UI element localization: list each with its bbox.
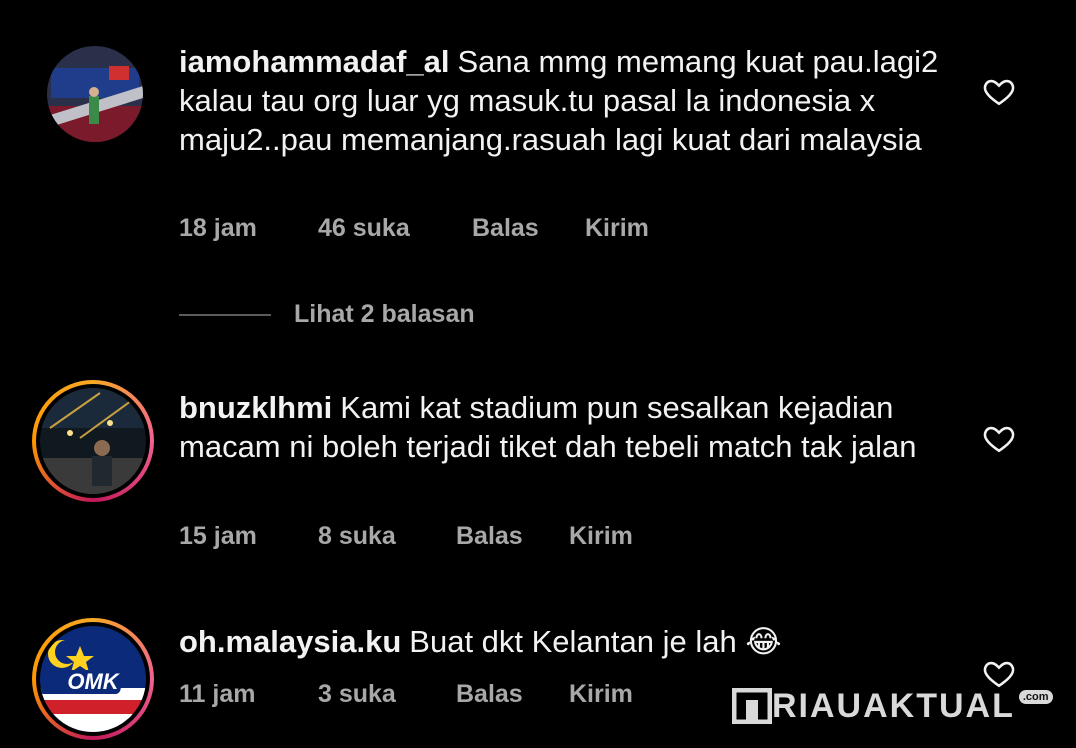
heart-icon[interactable] <box>982 421 1016 455</box>
comment-likes[interactable]: 46 suka <box>318 214 410 243</box>
comment-body: oh.malaysia.ku Buat dkt Kelantan je lah 😂 <box>179 622 969 661</box>
avatar-photo <box>47 46 143 142</box>
reply-button[interactable]: Balas <box>472 214 539 243</box>
comment-likes[interactable]: 8 suka <box>318 522 396 551</box>
comment-time: 11 jam <box>179 680 256 708</box>
comment-username[interactable]: bnuzklhmi <box>179 390 332 425</box>
comment-likes[interactable]: 3 suka <box>318 680 396 709</box>
watermark-brand: RIAUAKTUAL <box>772 686 1015 725</box>
view-replies-label[interactable]: Lihat 2 balasan <box>294 300 475 329</box>
reply-button[interactable]: Balas <box>456 522 523 551</box>
avatar-photo <box>40 388 146 494</box>
heart-icon[interactable] <box>982 656 1016 690</box>
heart-icon[interactable] <box>982 74 1016 108</box>
comment-time: 15 jam <box>179 522 257 550</box>
comment-username[interactable]: iamohammadaf_al <box>179 44 450 79</box>
send-button[interactable]: Kirim <box>569 522 633 551</box>
avatar-logo-text: OMK <box>67 669 120 694</box>
avatar[interactable] <box>40 388 146 494</box>
replies-divider <box>179 314 271 316</box>
comment-body: iamohammadaf_al Sana mmg memang kuat pau.… <box>179 42 969 159</box>
watermark-suffix: .com <box>1018 690 1053 704</box>
watermark-logo: RIAUAKTUAL .com <box>732 686 1053 726</box>
watermark-icon <box>732 688 772 724</box>
reply-button[interactable]: Balas <box>456 680 523 709</box>
avatar[interactable]: OMK <box>40 626 146 732</box>
comment-username[interactable]: oh.malaysia.ku <box>179 624 401 659</box>
story-ring[interactable] <box>32 380 154 502</box>
comment-text: Buat dkt Kelantan je lah 😂 <box>409 624 782 659</box>
send-button[interactable]: Kirim <box>569 680 633 709</box>
send-button[interactable]: Kirim <box>585 214 649 243</box>
story-ring[interactable]: OMK <box>32 618 154 740</box>
comment-time: 18 jam <box>179 214 257 242</box>
comment-body: bnuzklhmi Kami kat stadium pun sesalkan k… <box>179 388 969 466</box>
avatar[interactable] <box>47 46 143 142</box>
avatar-logo: OMK <box>40 626 146 732</box>
